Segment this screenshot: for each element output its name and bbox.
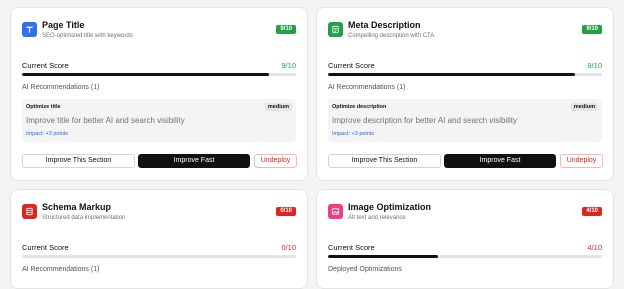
score-progress-bar	[22, 73, 296, 76]
current-score-label: Current Score	[328, 243, 375, 252]
priority-badge: medium	[264, 103, 292, 111]
current-score-label: Current Score	[22, 61, 69, 70]
undeploy-button[interactable]: Undeploy	[254, 154, 297, 168]
score-badge: 9/10	[582, 25, 602, 34]
text-type-icon	[22, 22, 37, 37]
current-score-value: 9/10	[281, 61, 296, 70]
priority-badge: medium	[570, 103, 598, 111]
improve-fast-button[interactable]: Improve Fast	[444, 154, 556, 168]
score-progress-fill	[328, 255, 438, 258]
recommendation-impact: Impact: +3 points	[332, 131, 375, 137]
recommendation-item: Optimize description medium Improve desc…	[328, 99, 602, 142]
score-progress-bar	[328, 255, 602, 258]
improve-fast-button[interactable]: Improve Fast	[138, 154, 250, 168]
undeploy-button[interactable]: Undeploy	[560, 154, 603, 168]
current-score-value: 0/10	[281, 243, 296, 252]
current-score-value: 4/10	[587, 243, 602, 252]
recommendation-name: Optimize title	[26, 104, 61, 110]
card-subtitle: SEO-optimized title with keywords	[42, 33, 133, 39]
recommendation-name: Optimize description	[332, 104, 387, 110]
card-title: Page Title	[42, 20, 85, 30]
score-badge: 0/10	[276, 207, 296, 216]
score-badge: 9/10	[276, 25, 296, 34]
recommendations-heading: AI Recommendations (1)	[328, 84, 406, 91]
current-score-label: Current Score	[328, 61, 375, 70]
image-optimization-card: Image Optimization Alt text and relevanc…	[316, 189, 614, 289]
document-icon	[328, 22, 343, 37]
current-score-label: Current Score	[22, 243, 69, 252]
card-title: Schema Markup	[42, 202, 112, 212]
recommendations-heading: AI Recommendations (1)	[22, 84, 100, 91]
card-title: Meta Description	[348, 20, 421, 30]
schema-markup-card: Schema Markup Structured data implementa…	[10, 189, 308, 289]
improve-section-button[interactable]: Improve This Section	[328, 154, 441, 168]
image-icon	[328, 204, 343, 219]
card-subtitle: Compelling description with CTA	[348, 33, 435, 39]
card-subtitle: Structured data implementation	[42, 215, 126, 221]
recommendation-impact: Impact: +3 points	[26, 131, 69, 137]
current-score-value: 9/10	[587, 61, 602, 70]
improve-section-button[interactable]: Improve This Section	[22, 154, 135, 168]
recommendation-text: Improve description for better AI and se…	[332, 116, 517, 125]
score-progress-fill	[22, 73, 269, 76]
recommendation-text: Improve title for better AI and search v…	[26, 116, 185, 125]
score-progress-bar	[22, 255, 296, 258]
card-subtitle: Alt text and relevance	[348, 215, 406, 221]
card-title: Image Optimization	[348, 202, 432, 212]
score-progress-bar	[328, 73, 602, 76]
database-icon	[22, 204, 37, 219]
recommendation-item: Optimize title medium Improve title for …	[22, 99, 296, 142]
page-title-card: Page Title SEO-optimized title with keyw…	[10, 7, 308, 181]
score-badge: 4/10	[582, 207, 602, 216]
score-progress-fill	[328, 73, 575, 76]
meta-description-card: Meta Description Compelling description …	[316, 7, 614, 181]
